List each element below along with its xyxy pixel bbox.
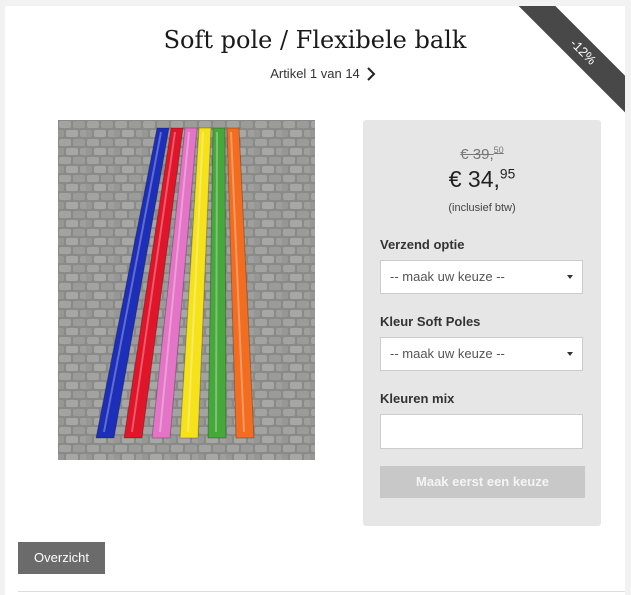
divider (18, 591, 625, 592)
article-counter: Artikel 1 van 14 (270, 66, 360, 81)
color-select-value: -- maak uw keuze -- (390, 346, 505, 361)
article-pager: Artikel 1 van 14 (5, 66, 625, 81)
order-panel: € 39,50 € 34,95 (inclusief btw) Verzend … (363, 120, 601, 526)
color-label: Kleur Soft Poles (380, 314, 481, 329)
discount-badge: -12% (517, 6, 625, 116)
chevron-right-icon (367, 67, 376, 81)
overview-button[interactable]: Overzicht (18, 542, 105, 574)
dropdown-caret-icon (567, 275, 573, 279)
dropdown-caret-icon (567, 352, 573, 356)
old-price: € 39,50 (460, 145, 504, 164)
product-image[interactable] (58, 120, 315, 460)
discount-ribbon: -12% (515, 6, 625, 116)
page-title: Soft pole / Flexibele balk (163, 26, 467, 54)
shipping-select[interactable]: -- maak uw keuze -- (380, 260, 583, 294)
soft-pole-highlight (215, 131, 218, 433)
shipping-select-value: -- maak uw keuze -- (390, 269, 505, 284)
color-mix-label: Kleuren mix (380, 391, 455, 406)
current-price: € 34,95 (448, 166, 516, 192)
product-card: -12% Soft pole / Flexibele balk Artikel … (5, 6, 625, 595)
add-to-cart-button[interactable]: Maak eerst een keuze (380, 466, 585, 498)
color-mix-input[interactable] (380, 414, 583, 449)
shipping-label: Verzend optie (380, 237, 465, 252)
next-article-button[interactable] (363, 65, 379, 83)
vat-note: (inclusief btw) (448, 202, 516, 214)
color-select[interactable]: -- maak uw keuze -- (380, 337, 583, 371)
